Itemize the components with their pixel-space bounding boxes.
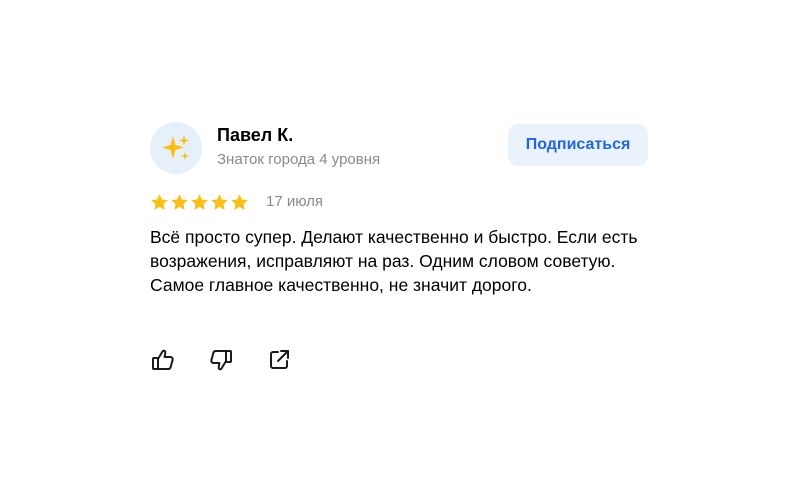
review-date: 17 июля xyxy=(266,193,324,210)
star-icon xyxy=(190,193,209,212)
like-button[interactable] xyxy=(150,347,176,373)
star-icon xyxy=(170,193,189,212)
review-meta: 17 июля xyxy=(150,191,650,213)
thumbs-up-icon xyxy=(152,349,174,370)
author-level: Знаток города 4 уровня xyxy=(217,151,381,168)
review-card: Павел К. Знаток города 4 уровня Подписат… xyxy=(150,122,650,371)
share-button[interactable] xyxy=(266,347,292,373)
author-info: Павел К. Знаток города 4 уровня xyxy=(217,124,380,170)
author-name[interactable]: Павел К. xyxy=(217,124,380,146)
star-icon xyxy=(210,193,229,212)
star-icon xyxy=(150,193,169,212)
review-text: Всё просто супер. Делают качественно и б… xyxy=(150,227,638,295)
sparkles-icon xyxy=(162,135,190,160)
rating-stars xyxy=(150,193,249,212)
avatar[interactable] xyxy=(150,122,202,174)
share-icon xyxy=(270,350,289,369)
star-icon xyxy=(230,193,249,212)
dislike-button[interactable] xyxy=(208,347,234,373)
subscribe-button[interactable]: Подписаться xyxy=(508,124,648,166)
thumbs-down-icon xyxy=(210,350,232,371)
review-header: Павел К. Знаток города 4 уровня Подписат… xyxy=(150,122,650,174)
review-actions xyxy=(150,347,324,373)
